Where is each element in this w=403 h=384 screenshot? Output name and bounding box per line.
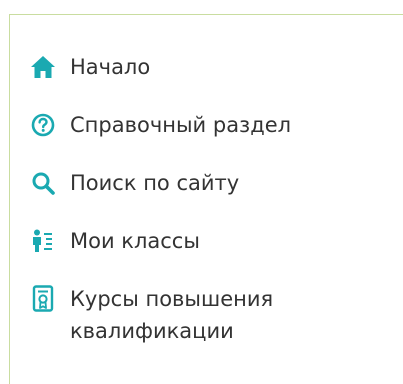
certificate-icon (30, 283, 56, 315)
menu-item-my-classes[interactable]: Мои классы (30, 225, 200, 257)
search-icon (30, 167, 56, 199)
home-icon (30, 51, 56, 83)
help-circle-icon (30, 109, 56, 141)
menu-item-label-line2: квалификации (70, 319, 234, 343)
menu-item-search[interactable]: Поиск по сайту (30, 167, 239, 199)
sidebar-menu-panel: Начало Справочный раздел Поиск по сайту (9, 14, 403, 384)
menu-item-label-multiline: Курсы повышения квалификации (70, 283, 273, 347)
menu-item-label: Мои классы (70, 229, 200, 253)
menu-item-home[interactable]: Начало (30, 51, 150, 83)
menu-item-help[interactable]: Справочный раздел (30, 109, 291, 141)
menu-item-courses[interactable]: Курсы повышения квалификации (30, 283, 273, 347)
classes-icon (30, 225, 56, 257)
menu-item-label: Поиск по сайту (70, 171, 240, 195)
menu-item-label-line1: Курсы повышения (70, 287, 274, 311)
menu-item-label: Справочный раздел (70, 113, 292, 137)
menu-item-label: Начало (70, 55, 151, 79)
